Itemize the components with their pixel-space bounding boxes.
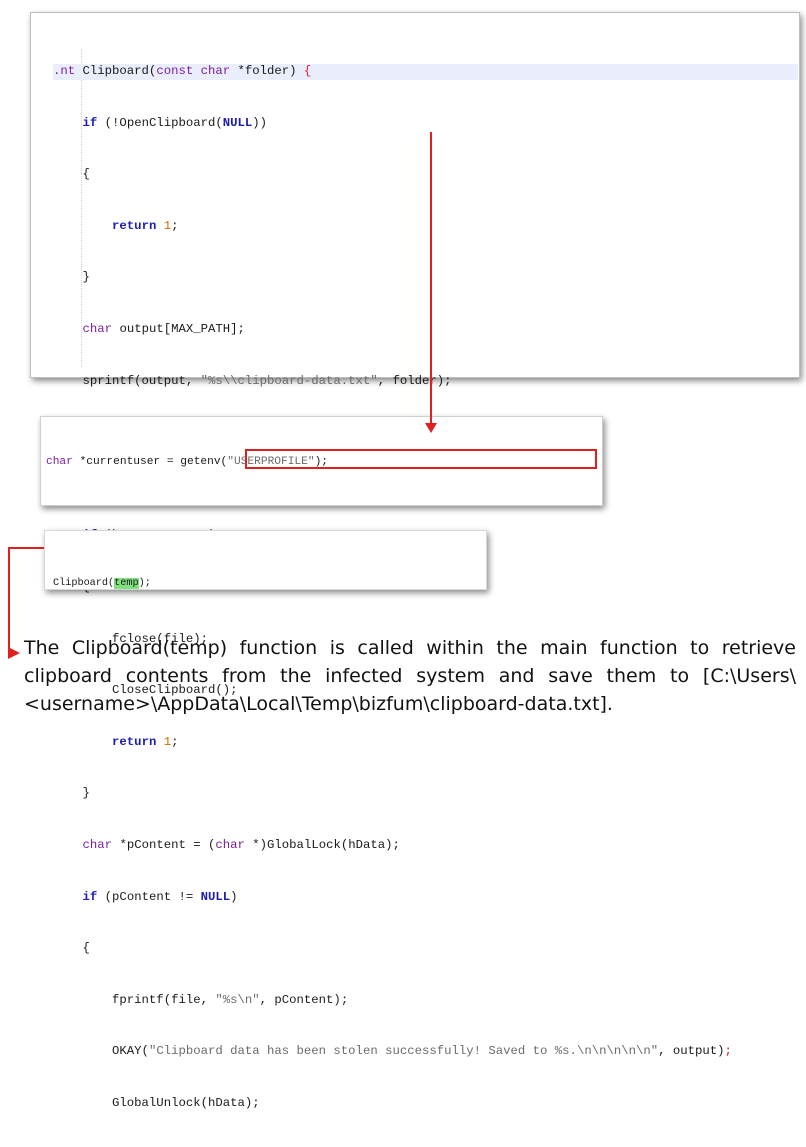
code-panel-clipboard-function: .nt Clipboard(const char *folder) { if (…	[30, 12, 800, 1110]
code-line: fprintf(file, "%s\n", pContent);	[53, 992, 349, 1007]
path-highlight-box	[245, 449, 597, 469]
arrow-folder-to-path	[430, 132, 432, 425]
code-line: return 1;	[112, 218, 179, 233]
code-line: return 1;	[112, 734, 179, 749]
arrowhead-down-icon	[425, 423, 437, 433]
code-line: }	[53, 270, 90, 285]
code-line: .nt Clipboard(const char *folder) {	[53, 64, 798, 80]
code-line: OKAY("Clipboard data has been stolen suc…	[53, 1044, 732, 1059]
code-line: if (pContent != NULL)	[82, 889, 238, 904]
code-line: char *pContent = (char *)GlobalLock(hDat…	[82, 837, 400, 852]
code-block-calls: Clipboard(temp); Browsers(temp, currentu…	[53, 541, 483, 589]
code-line: Clipboard(temp);	[53, 578, 151, 589]
code-panel-main-calls: Clipboard(temp); Browsers(temp, currentu…	[44, 530, 487, 590]
code-line: {	[53, 167, 90, 182]
code-line: {	[53, 941, 90, 956]
code-line: char output[MAX_PATH];	[82, 321, 245, 336]
code-line: if (!OpenClipboard(NULL))	[82, 115, 268, 130]
arrow-clipboard-to-caption-v	[8, 547, 10, 653]
arrowhead-right-icon	[8, 647, 20, 659]
code-line: GlobalUnlock(hData);	[53, 1095, 260, 1110]
code-line: }	[53, 786, 90, 801]
arrow-clipboard-to-caption-h	[8, 547, 44, 549]
caption-text: The Clipboard(temp) function is called w…	[24, 637, 796, 715]
code-line: sprintf(output, "%s\\clipboard-data.txt"…	[53, 373, 452, 388]
